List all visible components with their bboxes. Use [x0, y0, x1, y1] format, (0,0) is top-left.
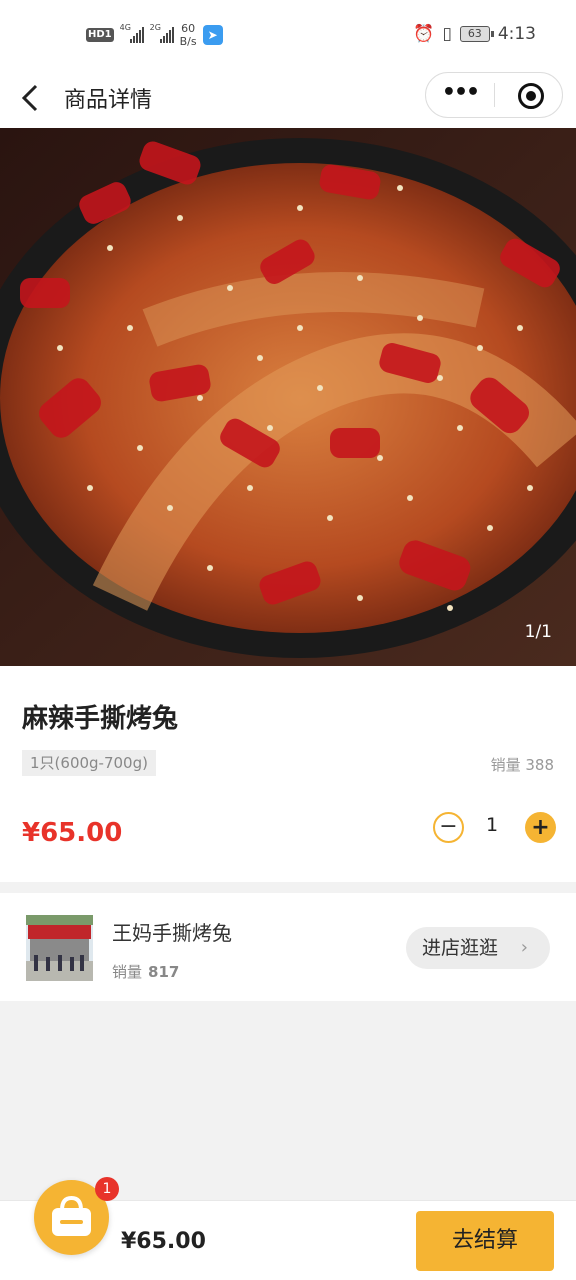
- quantity-value: 1: [485, 814, 499, 836]
- cart-badge: 1: [95, 1177, 119, 1201]
- notification-app-icon: ➤: [202, 25, 223, 45]
- spec-tag[interactable]: 1只(600g-700g): [22, 750, 156, 776]
- net2-label: 2G: [149, 23, 161, 32]
- more-button[interactable]: •••: [426, 73, 494, 117]
- nav-bar: 商品详情 •••: [0, 68, 576, 128]
- visit-store-label: 进店逛逛: [422, 937, 499, 959]
- store-sales-value: 817: [148, 963, 180, 981]
- store-sales: 销量 817: [112, 961, 179, 982]
- store-name: 王妈手撕烤兔: [112, 921, 232, 945]
- mini-program-capsule: •••: [425, 72, 563, 118]
- quantity-plus-button[interactable]: +: [525, 812, 556, 843]
- total-price: ¥65.00: [121, 1229, 206, 1254]
- product-photo: [0, 128, 576, 666]
- signal-4g-icon: 4G: [120, 23, 144, 43]
- hd-sub: 1: [104, 29, 112, 40]
- product-image[interactable]: 1/1: [0, 128, 576, 666]
- status-right: ⏰ ▯ 63 4:13: [413, 24, 536, 44]
- visit-store-button[interactable]: 进店逛逛 ›: [406, 927, 550, 969]
- capsule-divider: [494, 83, 495, 107]
- chevron-right-icon: ›: [520, 937, 528, 958]
- status-bar: HD1 4G 2G 60 B/s ➤ ⏰ ▯ 63 4:13: [0, 0, 576, 68]
- store-panel: 王妈手撕烤兔 销量 817 进店逛逛 ›: [0, 893, 576, 1001]
- hd-badge: HD1: [86, 28, 114, 42]
- speed-value: 60: [181, 22, 196, 35]
- product-info-panel: 麻辣手撕烤兔 1只(600g-700g) 销量 388 ¥65.00 − 1 +: [0, 666, 576, 882]
- hd-label: HD: [88, 29, 105, 40]
- clock: 4:13: [497, 24, 536, 44]
- speed-unit: B/s: [179, 35, 197, 48]
- chevron-left-icon: [21, 84, 38, 112]
- net1-label: 4G: [119, 23, 131, 32]
- alarm-icon: ⏰: [413, 24, 435, 44]
- store-photo: [26, 915, 93, 981]
- page-title: 商品详情: [64, 88, 153, 113]
- close-target-icon[interactable]: [518, 83, 544, 109]
- store-thumbnail[interactable]: [26, 915, 93, 981]
- back-button[interactable]: [18, 78, 48, 118]
- quantity-minus-button[interactable]: −: [433, 812, 464, 843]
- vibrate-icon: ▯: [442, 24, 452, 44]
- network-speed: 60 B/s: [180, 22, 197, 48]
- status-left: HD1 4G 2G 60 B/s ➤: [86, 22, 223, 48]
- image-counter: 1/1: [524, 622, 552, 642]
- product-price: ¥65.00: [22, 818, 123, 848]
- store-sales-label: 销量: [112, 963, 143, 981]
- checkout-button[interactable]: 去结算: [416, 1211, 554, 1271]
- signal-2g-icon: 2G: [150, 23, 174, 43]
- product-name: 麻辣手撕烤兔: [22, 704, 179, 734]
- battery-icon: 63: [459, 26, 494, 42]
- sales-count: 销量 388: [490, 756, 554, 774]
